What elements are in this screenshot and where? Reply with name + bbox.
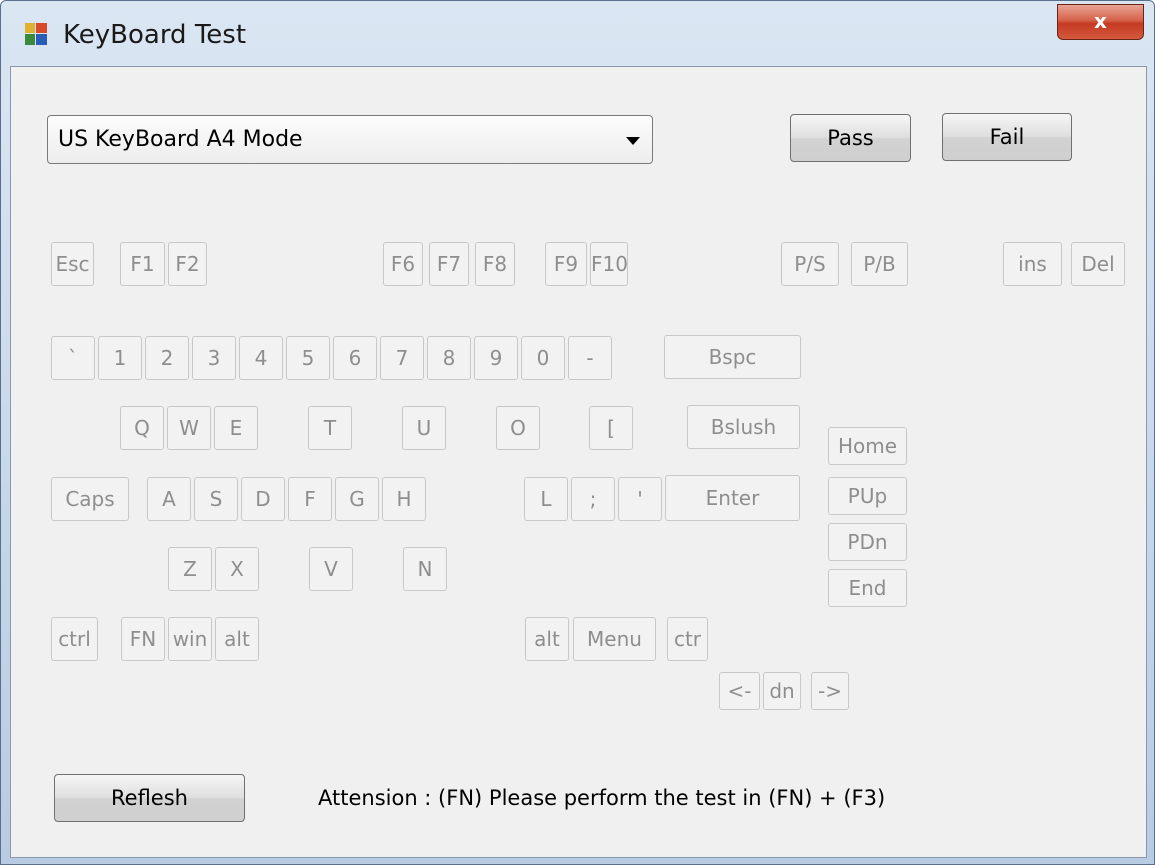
key-6: 6 [333, 336, 377, 380]
key-s: S [194, 477, 238, 521]
key-f1: F1 [120, 242, 165, 286]
key-backspace: Bspc [664, 335, 801, 379]
keyboard-test-window: KeyBoard Test x US KeyBoard A4 Mode Pass… [0, 0, 1155, 865]
key-f10: F10 [590, 242, 628, 286]
key-x: X [215, 547, 259, 591]
keyboard-mode-value: US KeyBoard A4 Mode [58, 127, 303, 152]
key-insert: ins [1003, 242, 1062, 286]
key-delete: Del [1071, 242, 1125, 286]
dropdown-arrow-icon [626, 137, 640, 145]
key-4: 4 [239, 336, 283, 380]
key-f6: F6 [383, 242, 423, 286]
key-left-arrow: <- [719, 672, 760, 710]
key-2: 2 [145, 336, 189, 380]
key-5: 5 [286, 336, 330, 380]
key-h: H [382, 477, 426, 521]
key-o: O [496, 406, 540, 450]
key-print-screen: P/S [781, 242, 839, 286]
key-down-arrow: dn [763, 672, 801, 710]
key-fn: FN [121, 617, 165, 661]
client-area: US KeyBoard A4 Mode Pass Fail Esc F1 F2 … [10, 66, 1147, 858]
key-f8: F8 [475, 242, 515, 286]
window-title: KeyBoard Test [63, 20, 247, 50]
attention-message: Attension : (FN) Please perform the test… [318, 786, 886, 810]
key-u: U [402, 406, 446, 450]
key-l: L [524, 477, 568, 521]
key-t: T [308, 406, 352, 450]
key-page-down: PDn [828, 523, 907, 561]
key-9: 9 [474, 336, 518, 380]
key-f2: F2 [168, 242, 207, 286]
key-menu: Menu [573, 617, 656, 661]
key-semicolon: ; [571, 477, 615, 521]
key-backslash: Bslush [687, 405, 800, 449]
key-v: V [309, 547, 353, 591]
key-g: G [335, 477, 379, 521]
key-minus: - [568, 336, 612, 380]
key-enter: Enter [665, 475, 800, 521]
key-q: Q [120, 406, 164, 450]
key-7: 7 [380, 336, 424, 380]
key-home: Home [828, 427, 907, 465]
key-esc: Esc [51, 242, 94, 286]
key-w: W [167, 406, 211, 450]
key-e: E [214, 406, 258, 450]
key-windows: win [168, 617, 212, 661]
key-f: F [288, 477, 332, 521]
key-f9: F9 [545, 242, 587, 286]
key-z: Z [168, 547, 212, 591]
key-left-ctrl: ctrl [51, 617, 98, 661]
title-bar[interactable]: KeyBoard Test x [1, 1, 1154, 65]
key-left-bracket: [ [589, 406, 633, 450]
key-pause-break: P/B [851, 242, 908, 286]
key-backtick: ` [51, 336, 95, 380]
key-right-ctrl: ctr [667, 617, 708, 661]
key-3: 3 [192, 336, 236, 380]
key-right-alt: alt [525, 617, 569, 661]
key-0: 0 [521, 336, 565, 380]
keyboard-mode-select[interactable]: US KeyBoard A4 Mode [47, 115, 653, 164]
key-a: A [147, 477, 191, 521]
key-8: 8 [427, 336, 471, 380]
pass-button[interactable]: Pass [790, 114, 911, 162]
key-right-arrow: -> [811, 672, 849, 710]
close-button[interactable]: x [1057, 4, 1144, 40]
fail-button[interactable]: Fail [942, 113, 1072, 161]
key-left-alt: alt [215, 617, 259, 661]
key-1: 1 [98, 336, 142, 380]
key-end: End [828, 569, 907, 607]
app-icon [25, 23, 47, 45]
refresh-button[interactable]: Reflesh [54, 774, 245, 822]
key-f7: F7 [429, 242, 469, 286]
key-page-up: PUp [828, 477, 907, 515]
key-d: D [241, 477, 285, 521]
key-caps-lock: Caps [51, 477, 129, 521]
key-quote: ' [618, 477, 662, 521]
key-n: N [403, 547, 447, 591]
